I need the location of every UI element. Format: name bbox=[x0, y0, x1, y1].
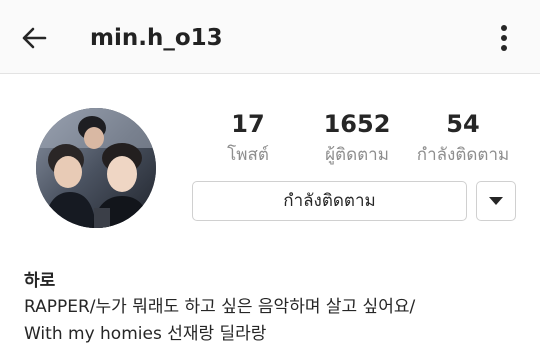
followers-count: 1652 bbox=[323, 110, 391, 138]
profile-username: min.h_o13 bbox=[90, 25, 223, 51]
following-count: 54 bbox=[446, 110, 480, 138]
posts-count: 17 bbox=[231, 110, 265, 138]
profile-photo bbox=[36, 108, 156, 228]
posts-label: โพสต์ bbox=[227, 145, 269, 165]
suggestions-dropdown-button[interactable] bbox=[476, 181, 516, 221]
followers-label: ผู้ติดตาม bbox=[325, 145, 389, 165]
following-stat[interactable]: 54 กำลังติดตาม bbox=[407, 108, 519, 168]
following-label: กำลังติดตาม bbox=[416, 145, 510, 165]
back-button[interactable] bbox=[18, 22, 50, 54]
profile-display-name: 하로 bbox=[24, 271, 56, 291]
bio-line: With my homies 선재랑 딜라랑 bbox=[24, 324, 267, 344]
profile-bio: 하로 RAPPER/누가 뭐래도 하고 싶은 음악하며 살고 싶어요/ With… bbox=[24, 268, 534, 348]
more-vertical-icon bbox=[501, 25, 507, 51]
caret-down-icon bbox=[489, 197, 503, 205]
more-options-button[interactable] bbox=[492, 22, 516, 54]
avatar[interactable] bbox=[36, 108, 156, 228]
arrow-left-icon bbox=[22, 27, 47, 49]
following-button[interactable]: กำลังติดตาม bbox=[192, 181, 467, 221]
posts-stat: 17 โพสต์ bbox=[206, 108, 290, 168]
bio-line: RAPPER/누가 뭐래도 하고 싶은 음악하며 살고 싶어요/ bbox=[24, 297, 416, 317]
top-app-bar: min.h_o13 bbox=[0, 0, 540, 74]
followers-stat[interactable]: 1652 ผู้ติดตาม bbox=[305, 108, 409, 168]
